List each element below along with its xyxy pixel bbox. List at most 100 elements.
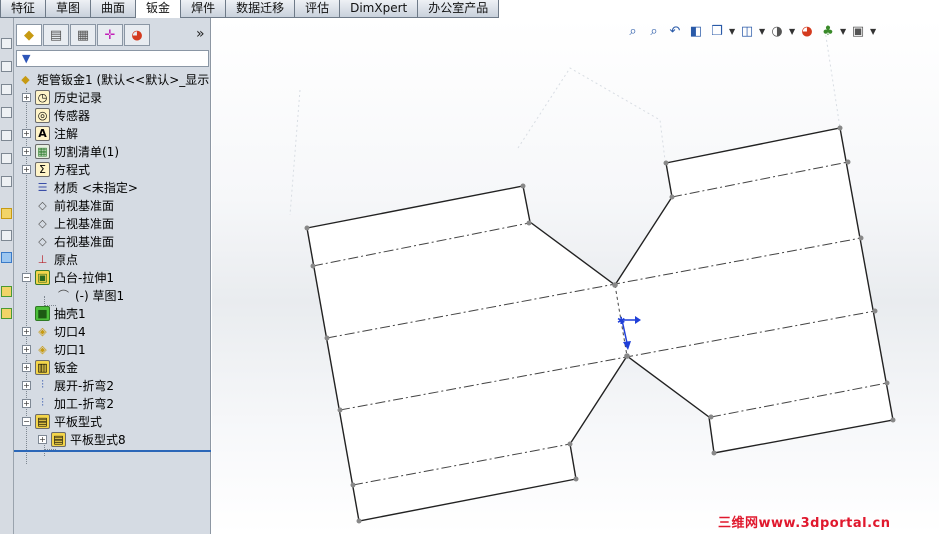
tree-item-sheet-metal[interactable]: + ▥ 钣金	[22, 358, 78, 376]
expand-toggle[interactable]: +	[22, 344, 31, 354]
view-cube-icon[interactable]	[1, 130, 12, 141]
tab-data-migration[interactable]: 数据迁移	[225, 0, 296, 18]
view-settings-icon[interactable]: ▣	[849, 22, 867, 40]
panel-tabs: ◆ ▤ ▦ ✛ ◕	[16, 24, 150, 46]
tree-item-label: 原点	[54, 252, 79, 267]
pencil-icon[interactable]	[1, 230, 12, 241]
sheet-metal-tool-icon[interactable]	[1, 308, 12, 319]
tree-item-material[interactable]: ☰ 材质 <未指定>	[35, 178, 138, 196]
material-icon: ☰	[37, 180, 48, 194]
tab-weldments[interactable]: 焊件	[180, 0, 227, 18]
tab-dimxpert[interactable]: DimXpert	[339, 0, 419, 18]
expand-toggle[interactable]: +	[22, 398, 31, 408]
previous-view-icon[interactable]: ↶	[666, 22, 684, 40]
tree-item-label: 方程式	[54, 162, 91, 177]
tab-sheet-metal[interactable]: 钣金	[135, 0, 182, 20]
flat-pattern-folder-icon: ▤	[35, 413, 50, 429]
tree-root-label: 矩管钣金1 (默认<<默认>_显示	[37, 72, 210, 87]
sheet-metal-icon: ▥	[35, 359, 50, 375]
tree-item-sketch1[interactable]: ⌒ (-) 草图1	[56, 286, 124, 304]
tree-item-history[interactable]: + ◷ 历史记录	[22, 88, 102, 106]
tree-item-front-plane[interactable]: ◇ 前视基准面	[35, 196, 114, 214]
tree-filter[interactable]: ▼	[16, 50, 209, 67]
view-cube-icon[interactable]	[1, 107, 12, 118]
tab-features[interactable]: 特征	[0, 0, 47, 18]
expand-toggle[interactable]: +	[22, 362, 31, 372]
rip-icon: ◈	[38, 324, 47, 338]
filter-icon[interactable]: ▼	[22, 52, 30, 65]
flat-pattern-drawing: ✱	[289, 29, 896, 524]
tree-item-process-bends2[interactable]: + ⫶ 加工-折弯2	[22, 394, 114, 412]
annotation-icon: A	[35, 125, 50, 141]
tab-office-products[interactable]: 办公室产品	[417, 0, 500, 18]
watermark: 三维网www.3dportal.cn	[718, 516, 891, 531]
view-cube-icon[interactable]	[1, 38, 12, 49]
tree-item-origin[interactable]: ⊥ 原点	[35, 250, 78, 268]
chevron-down-icon[interactable]: ▼	[789, 27, 795, 36]
sheet-metal-tool-icon[interactable]	[1, 286, 12, 297]
tree-item-label: 右视基准面	[54, 234, 115, 249]
tree-item-flat-pattern8[interactable]: + ▤ 平板型式8	[38, 430, 126, 448]
expand-toggle[interactable]: +	[22, 164, 31, 174]
tab-evaluate[interactable]: 评估	[294, 0, 341, 18]
view-cube-icon[interactable]	[1, 61, 12, 72]
tree-item-boss-extrude1[interactable]: − ▣ 凸台-拉伸1	[22, 268, 114, 286]
view-orientation-icon[interactable]: ❒	[708, 22, 726, 40]
tree-item-label: 上视基准面	[54, 216, 115, 231]
expand-toggle[interactable]: +	[22, 128, 31, 138]
display-manager-icon[interactable]: ◕	[124, 24, 150, 46]
tree-item-equations[interactable]: + Σ 方程式	[22, 160, 90, 178]
chevron-down-icon[interactable]: ▼	[759, 27, 765, 36]
hide-show-icon[interactable]: ◑	[768, 22, 786, 40]
expand-toggle[interactable]: +	[38, 434, 47, 444]
rollback-bar[interactable]	[14, 450, 211, 452]
expand-toggle[interactable]: +	[22, 326, 31, 336]
expand-toggle[interactable]: +	[22, 92, 31, 102]
command-manager-tabs: 特征 草图 曲面 钣金 焊件 数据迁移 评估 DimXpert 办公室产品	[0, 0, 500, 20]
plane-icon: ◇	[38, 234, 47, 248]
configurationmanager-icon[interactable]: ▦	[70, 24, 96, 46]
featuremanager-icon[interactable]: ◆	[16, 24, 42, 46]
view-cube-icon[interactable]	[1, 84, 12, 95]
edit-appearance-icon[interactable]: ◕	[798, 22, 816, 40]
tree-item-top-plane[interactable]: ◇ 上视基准面	[35, 214, 114, 232]
propertymanager-icon[interactable]: ▤	[43, 24, 69, 46]
tree-item-label: 凸台-拉伸1	[54, 270, 114, 285]
view-cube-icon[interactable]	[1, 176, 12, 187]
tree-item-rip1[interactable]: + ◈ 切口1	[22, 340, 86, 358]
view-cube-icon[interactable]	[1, 153, 12, 164]
collapse-toggle[interactable]: −	[22, 272, 31, 282]
tab-sketch[interactable]: 草图	[45, 0, 92, 18]
tree-item-label: 历史记录	[54, 90, 103, 105]
tree-item-rip4[interactable]: + ◈ 切口4	[22, 322, 86, 340]
zoom-to-fit-icon[interactable]: ⌕	[624, 22, 642, 40]
zoom-to-area-icon[interactable]: ⌕	[645, 22, 663, 40]
chevron-down-icon[interactable]: ▼	[729, 27, 735, 36]
collapse-toggle[interactable]: −	[22, 416, 31, 426]
display-style-icon[interactable]: ◫	[738, 22, 756, 40]
tree-item-sensors[interactable]: ◎ 传感器	[35, 106, 90, 124]
pencil-icon[interactable]	[1, 208, 12, 219]
tree-root[interactable]: ◆ 矩管钣金1 (默认<<默认>_显示	[18, 70, 209, 88]
feature-manager-panel: ◆ ▤ ▦ ✛ ◕ » ▼ ◆ 矩管钣金1 (默认<<默认>_显示 + ◷ 历史…	[14, 18, 211, 534]
dimxpert-manager-icon[interactable]: ✛	[97, 24, 123, 46]
chevron-down-icon[interactable]: ▼	[870, 27, 876, 36]
tree-item-cut-list[interactable]: + ▦ 切割清单(1)	[22, 142, 119, 160]
expand-toggle[interactable]: +	[22, 380, 31, 390]
apply-scene-icon[interactable]: ♣	[819, 22, 837, 40]
plane-icon: ◇	[38, 198, 47, 212]
section-view-icon[interactable]: ◧	[687, 22, 705, 40]
grid-icon[interactable]	[1, 252, 12, 263]
heads-up-view-toolbar: ⌕ ⌕ ↶ ◧ ❒ ▼ ◫ ▼ ◑ ▼ ◕ ♣ ▼ ▣ ▼	[624, 20, 876, 42]
origin-icon: ⊥	[37, 252, 48, 266]
tree-item-shell1[interactable]: ■ 抽壳1	[35, 304, 86, 322]
expand-toggle[interactable]: +	[22, 146, 31, 156]
panel-more-button[interactable]: »	[196, 26, 205, 42]
tree-item-annotations[interactable]: + A 注解	[22, 124, 78, 142]
tree-item-right-plane[interactable]: ◇ 右视基准面	[35, 232, 114, 250]
tree-item-unfold2[interactable]: + ⫶ 展开-折弯2	[22, 376, 114, 394]
chevron-down-icon[interactable]: ▼	[840, 27, 846, 36]
tree-item-flat-pattern-folder[interactable]: − ▤ 平板型式	[22, 412, 102, 430]
graphics-area[interactable]: ✱ ⌕ ⌕ ↶ ◧ ❒ ▼ ◫ ▼ ◑ ▼ ◕ ♣ ▼ ▣ ▼	[212, 18, 939, 534]
tab-surfaces[interactable]: 曲面	[90, 0, 137, 18]
